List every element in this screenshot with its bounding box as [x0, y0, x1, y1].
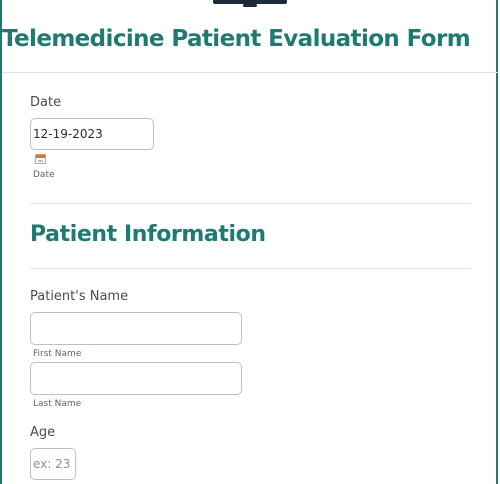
calendar-icon[interactable]	[35, 154, 46, 164]
form-title: Telemedicine Patient Evaluation Form	[2, 26, 471, 52]
header-divider	[2, 72, 498, 73]
section-heading-patient-information: Patient Information	[30, 222, 266, 247]
section-heading-divider	[30, 268, 470, 269]
computer-monitor-icon	[213, 0, 287, 8]
date-sublabel: Date	[33, 170, 55, 180]
section-divider	[30, 203, 470, 204]
monitor-stand	[243, 4, 257, 7]
date-label: Date	[30, 95, 62, 110]
first-name-input[interactable]	[30, 312, 242, 345]
age-label: Age	[30, 425, 56, 440]
date-input[interactable]: 12-19-2023	[30, 118, 154, 150]
patient-name-label: Patient's Name	[30, 289, 129, 304]
last-name-sublabel: Last Name	[33, 399, 82, 409]
last-name-input[interactable]	[30, 362, 242, 395]
first-name-sublabel: First Name	[33, 349, 82, 359]
age-input[interactable]: ex: 23	[30, 448, 76, 480]
